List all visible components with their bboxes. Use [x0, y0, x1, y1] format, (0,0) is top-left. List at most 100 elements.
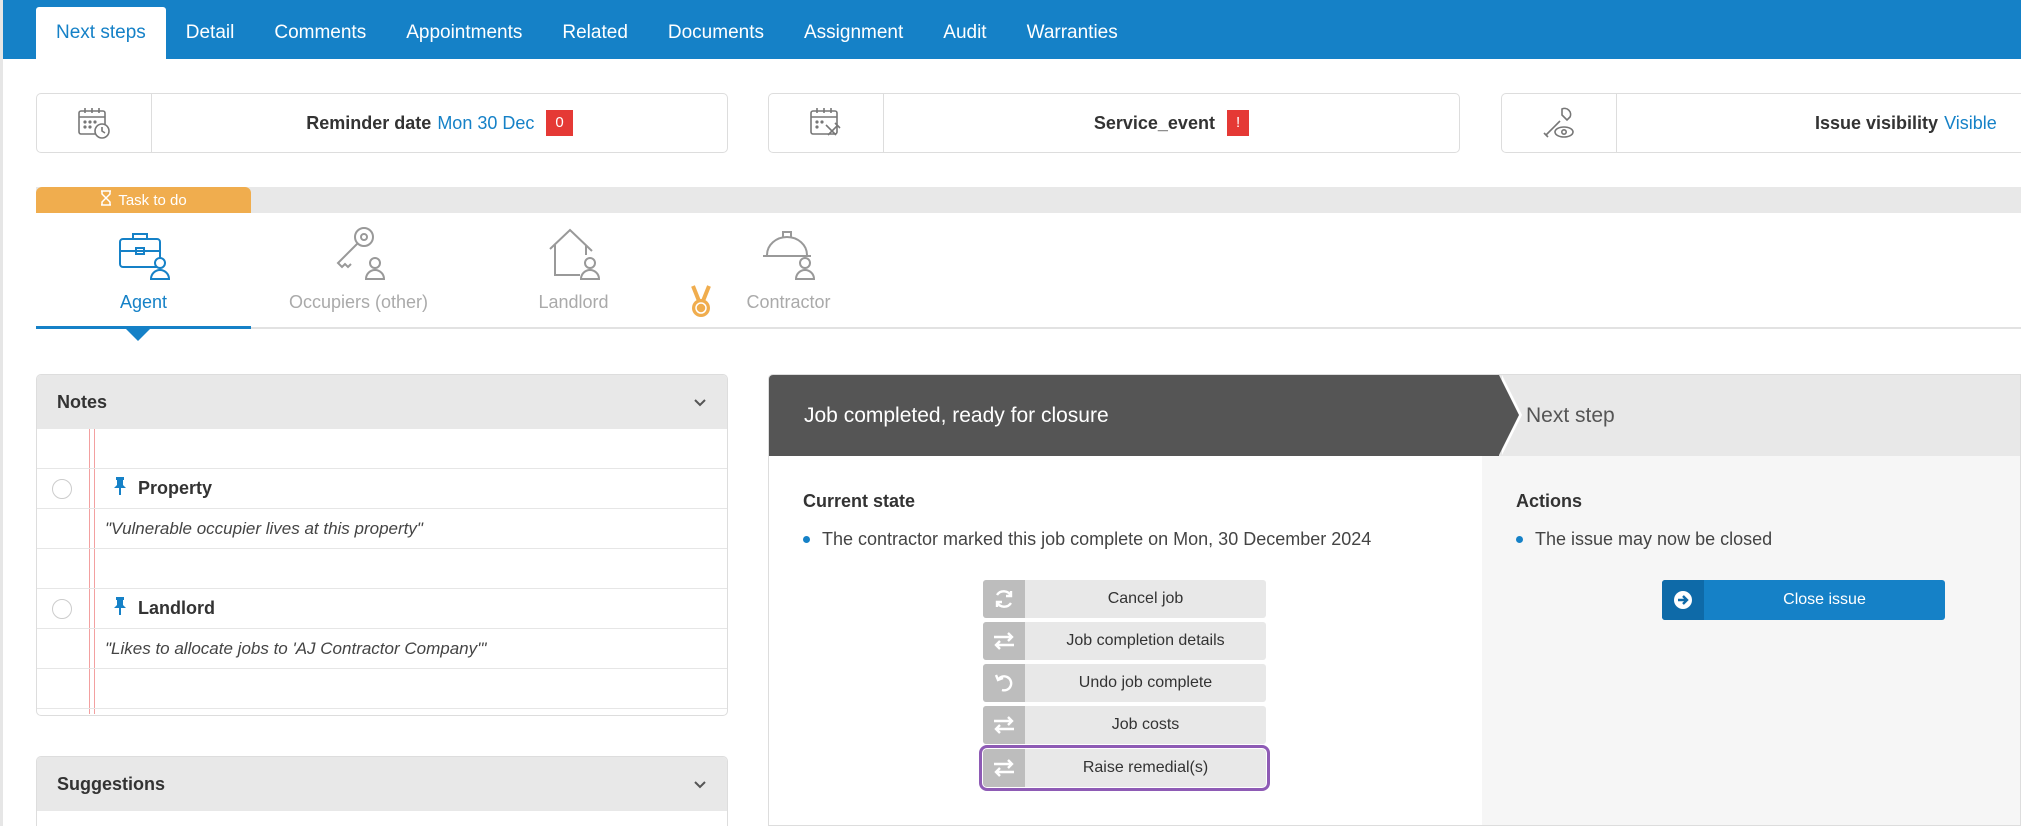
- raise-remedials-label: Raise remedial(s): [1082, 759, 1209, 776]
- task-to-do-label: Task to do: [36, 187, 251, 213]
- role-occupiers[interactable]: Occupiers (other): [251, 225, 466, 329]
- issue-visibility-label: Issue visibility: [1815, 112, 1939, 133]
- note-text: "Vulnerable occupier lives at this prope…: [105, 518, 423, 538]
- top-tab-bar: Next steps Detail Comments Appointments …: [0, 0, 2021, 59]
- tab-detail[interactable]: Detail: [166, 7, 255, 59]
- swap-arrows-icon: [983, 622, 1025, 660]
- undo-job-complete-button[interactable]: Undo job complete: [983, 664, 1266, 702]
- role-tabs: Agent Occupiers (other) Landlord Contrac…: [36, 225, 2021, 341]
- reminder-badge: 0: [546, 110, 573, 136]
- tab-comments[interactable]: Comments: [254, 7, 386, 59]
- service-event-label: Service_event: [1093, 112, 1215, 133]
- role-contractor[interactable]: Contractor: [681, 225, 896, 329]
- suggestions-header[interactable]: Suggestions: [37, 757, 727, 811]
- notes-panel: Notes Property "Vulnerable occupier live…: [36, 374, 728, 716]
- arrow-separator: [1499, 375, 1519, 455]
- actions-title: Actions: [1516, 491, 1583, 511]
- arrow-right-circle-icon: [1662, 580, 1704, 620]
- actions-item: The issue may now be closed: [1516, 529, 1772, 550]
- undo-icon: [983, 664, 1025, 702]
- task-to-do-text: Task to do: [118, 191, 187, 209]
- job-status-panel: Next step Job completed, ready for closu…: [768, 374, 2021, 826]
- note-row-text: "Vulnerable occupier lives at this prope…: [37, 509, 727, 549]
- note-row-blank: [37, 549, 727, 589]
- notes-header[interactable]: Notes: [37, 375, 727, 429]
- reminder-label: Reminder date: [306, 112, 432, 133]
- calendar-tools-icon: [769, 94, 884, 152]
- note-row-blank: [37, 669, 727, 709]
- tab-audit[interactable]: Audit: [923, 7, 1006, 59]
- note-title: Landlord: [112, 596, 215, 621]
- current-state-text: The contractor marked this job complete …: [822, 529, 1372, 549]
- job-status-header: Job completed, ready for closure: [769, 375, 1499, 456]
- actions-text: The issue may now be closed: [1535, 529, 1773, 549]
- key-person-icon: [331, 225, 387, 286]
- issue-visibility-text: Issue visibility Visible: [1617, 94, 2021, 152]
- note-row-title: Landlord: [37, 589, 727, 629]
- next-step-title: Next step: [1526, 403, 1615, 427]
- note-title: Property: [112, 476, 212, 501]
- note-text: "Likes to allocate jobs to 'AJ Contracto…: [105, 638, 487, 658]
- issue-visibility-card: Issue visibility Visible: [1501, 93, 2021, 153]
- refresh-icon: [983, 580, 1025, 618]
- job-completion-details-label: Job completion details: [1066, 632, 1225, 649]
- role-occupiers-label: Occupiers (other): [288, 292, 429, 312]
- tab-related[interactable]: Related: [542, 7, 648, 59]
- role-active-caret: [126, 329, 150, 341]
- role-landlord-label: Landlord: [538, 292, 609, 312]
- job-costs-button[interactable]: Job costs: [983, 706, 1266, 744]
- swap-arrows-icon: [983, 706, 1025, 744]
- swap-arrows-icon: [983, 749, 1025, 787]
- bullet-dot: [1516, 536, 1523, 543]
- raise-remedials-button[interactable]: Raise remedial(s): [979, 745, 1270, 791]
- tab-appointments[interactable]: Appointments: [386, 7, 542, 59]
- reminder-value[interactable]: Mon 30 Dec: [437, 113, 534, 134]
- current-state-item: The contractor marked this job complete …: [803, 529, 1371, 550]
- reminder-card: Reminder date Mon 30 Dec 0: [36, 93, 728, 153]
- notes-title: Notes: [57, 391, 108, 412]
- job-completion-details-button[interactable]: Job completion details: [983, 622, 1266, 660]
- job-costs-label: Job costs: [1111, 716, 1180, 733]
- hardhat-person-icon: [761, 225, 817, 286]
- tab-assignment[interactable]: Assignment: [784, 7, 923, 59]
- note-title-text: Property: [138, 478, 213, 498]
- cancel-job-button[interactable]: Cancel job: [983, 580, 1266, 618]
- issue-visibility-value[interactable]: Visible: [1944, 113, 1997, 134]
- tab-warranties[interactable]: Warranties: [1007, 7, 1138, 59]
- role-agent-label: Agent: [119, 292, 168, 312]
- bullet-dot: [803, 536, 810, 543]
- next-step-pane: Actions The issue may now be closed Clos…: [1482, 456, 2020, 825]
- role-contractor-label: Contractor: [746, 292, 831, 312]
- next-step-header: Next step: [1479, 375, 2020, 456]
- suggestions-title: Suggestions: [57, 773, 166, 794]
- close-issue-button[interactable]: Close issue: [1662, 580, 1945, 620]
- note-row-blank: [37, 429, 727, 469]
- service-event-text: Service_event !: [884, 94, 1459, 152]
- wrench-eye-icon: [1502, 94, 1617, 152]
- chevron-down-icon[interactable]: [693, 392, 707, 413]
- pin-icon: [112, 476, 128, 501]
- task-bar: [36, 187, 2021, 213]
- undo-job-complete-label: Undo job complete: [1078, 674, 1213, 691]
- note-row-text: "Likes to allocate jobs to 'AJ Contracto…: [37, 629, 727, 669]
- note-title-text: Landlord: [138, 598, 215, 618]
- tab-list: Next steps Detail Comments Appointments …: [36, 7, 1138, 59]
- house-person-icon: [546, 225, 602, 286]
- note-radio[interactable]: [52, 478, 72, 499]
- note-radio[interactable]: [52, 598, 72, 619]
- tab-next-steps[interactable]: Next steps: [36, 7, 166, 59]
- current-state-title: Current state: [803, 491, 916, 511]
- cancel-job-label: Cancel job: [1107, 590, 1184, 607]
- tab-documents[interactable]: Documents: [648, 7, 784, 59]
- notes-body: Property "Vulnerable occupier lives at t…: [37, 429, 727, 714]
- left-edge: [0, 0, 3, 826]
- job-status-title: Job completed, ready for closure: [804, 403, 1109, 427]
- chevron-down-icon[interactable]: [693, 774, 707, 795]
- service-event-card: Service_event !: [768, 93, 1460, 153]
- calendar-clock-icon: [37, 94, 152, 152]
- note-row-title: Property: [37, 469, 727, 509]
- briefcase-person-icon: [116, 225, 172, 286]
- pin-icon: [112, 596, 128, 621]
- role-agent[interactable]: Agent: [36, 225, 251, 341]
- role-landlord[interactable]: Landlord: [466, 225, 681, 329]
